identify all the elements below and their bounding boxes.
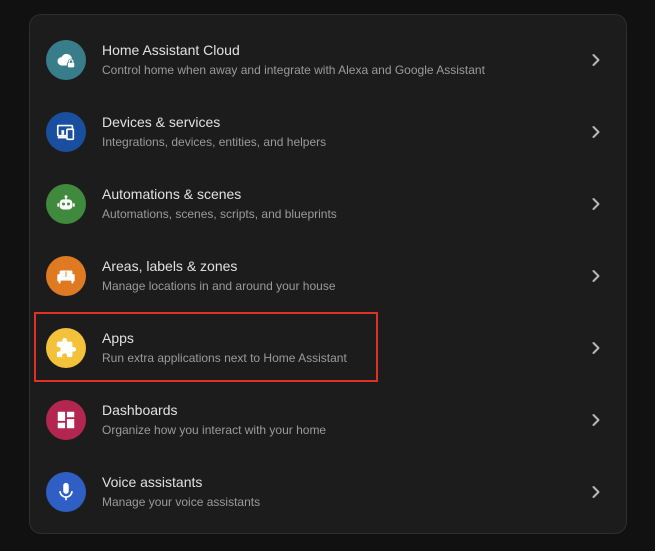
settings-item-title: Dashboards [102,402,178,418]
sofa-icon [46,256,86,296]
chevron-right-icon [586,410,606,430]
settings-item-title: Voice assistants [102,474,203,490]
settings-item-title: Apps [102,330,134,346]
settings-item-title: Automations & scenes [102,186,242,202]
settings-item-title: Areas, labels & zones [102,258,238,274]
settings-item-description: Manage your voice assistants [102,495,261,509]
chevron-right-icon [586,266,606,286]
settings-item-automations[interactable]: Automations & scenes Automations, scenes… [30,168,626,240]
settings-item-title: Devices & services [102,114,221,130]
settings-card: Home Assistant Cloud Control home when a… [29,14,627,534]
settings-item-areas[interactable]: Areas, labels & zones Manage locations i… [30,240,626,312]
devices-icon [46,112,86,152]
microphone-icon [46,472,86,512]
chevron-right-icon [586,482,606,502]
settings-item-voice[interactable]: Voice assistants Manage your voice assis… [30,456,626,528]
chevron-right-icon [586,194,606,214]
puzzle-icon [46,328,86,368]
settings-item-description: Organize how you interact with your home [102,423,327,437]
settings-item-apps[interactable]: Apps Run extra applications next to Home… [30,312,626,384]
settings-item-description: Manage locations in and around your hous… [102,279,336,293]
chevron-right-icon [586,122,606,142]
settings-item-description: Run extra applications next to Home Assi… [102,351,347,365]
cloud-lock-icon [46,40,86,80]
settings-item-devices[interactable]: Devices & services Integrations, devices… [30,96,626,168]
settings-item-description: Control home when away and integrate wit… [102,63,485,77]
chevron-right-icon [586,50,606,70]
chevron-right-icon [586,338,606,358]
settings-item-description: Integrations, devices, entities, and hel… [102,135,327,149]
settings-item-title: Home Assistant Cloud [102,42,240,58]
settings-item-cloud[interactable]: Home Assistant Cloud Control home when a… [30,24,626,96]
settings-item-dashboards[interactable]: Dashboards Organize how you interact wit… [30,384,626,456]
settings-item-description: Automations, scenes, scripts, and bluepr… [102,207,337,221]
robot-icon [46,184,86,224]
dashboard-icon [46,400,86,440]
